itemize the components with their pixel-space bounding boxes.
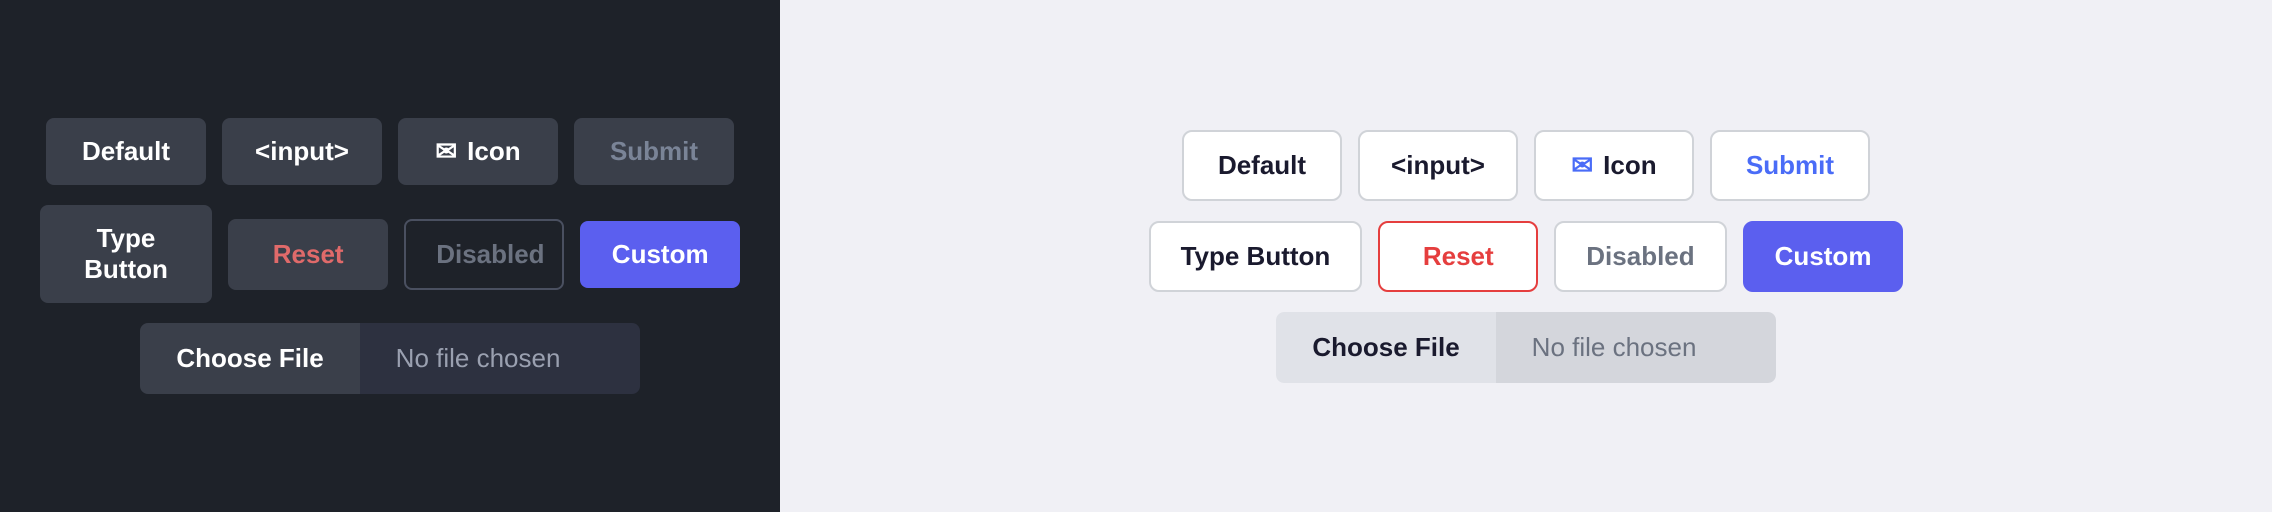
dark-icon-label: Icon [467, 136, 520, 167]
light-row-1: Default <input> ✉ Icon Submit [1182, 130, 1870, 201]
light-input-button[interactable]: <input> [1358, 130, 1518, 201]
dark-reset-button[interactable]: Reset [228, 219, 388, 290]
dark-submit-button[interactable]: Submit [574, 118, 734, 185]
dark-row-2: Type Button Reset Disabled Custom [40, 205, 740, 303]
light-no-file-label: No file chosen [1496, 312, 1776, 383]
dark-row-1: Default <input> ✉ Icon Submit [46, 118, 734, 185]
light-type-button[interactable]: Type Button [1149, 221, 1363, 292]
envelope-icon: ✉ [435, 136, 457, 167]
light-file-input[interactable]: Choose File No file chosen [1276, 312, 1775, 383]
light-submit-button[interactable]: Submit [1710, 130, 1870, 201]
light-custom-button[interactable]: Custom [1743, 221, 1904, 292]
dark-input-button[interactable]: <input> [222, 118, 382, 185]
dark-panel: Default <input> ✉ Icon Submit Type Butto… [0, 0, 780, 512]
dark-icon-button[interactable]: ✉ Icon [398, 118, 558, 185]
light-choose-file-button[interactable]: Choose File [1276, 312, 1495, 383]
dark-no-file-label: No file chosen [360, 323, 640, 394]
dark-custom-button[interactable]: Custom [580, 221, 740, 288]
light-default-button[interactable]: Default [1182, 130, 1342, 201]
dark-type-button[interactable]: Type Button [40, 205, 212, 303]
dark-choose-file-button[interactable]: Choose File [140, 323, 359, 394]
light-panel: Default <input> ✉ Icon Submit Type Butto… [780, 0, 2272, 512]
light-icon-button[interactable]: ✉ Icon [1534, 130, 1694, 201]
envelope-icon-light: ✉ [1571, 150, 1593, 181]
light-disabled-button[interactable]: Disabled [1554, 221, 1726, 292]
light-reset-button[interactable]: Reset [1378, 221, 1538, 292]
light-row-2: Type Button Reset Disabled Custom [1149, 221, 1904, 292]
dark-default-button[interactable]: Default [46, 118, 206, 185]
light-icon-label: Icon [1603, 150, 1656, 181]
dark-file-input[interactable]: Choose File No file chosen [140, 323, 639, 394]
dark-disabled-button[interactable]: Disabled [404, 219, 564, 290]
